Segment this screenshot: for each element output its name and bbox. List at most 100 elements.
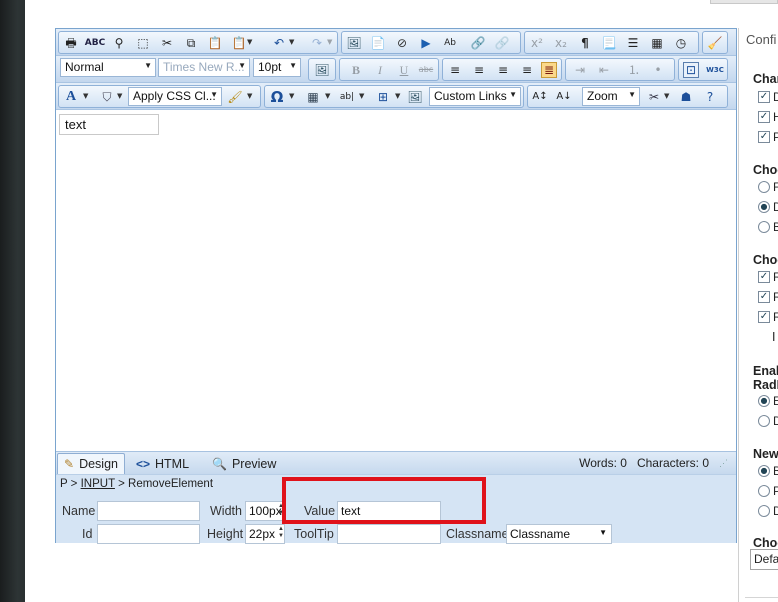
checkbox[interactable]: ✓ xyxy=(758,271,770,283)
align-none-icon[interactable]: ≣ xyxy=(541,62,557,78)
cut-icon[interactable]: ✂ xyxy=(159,35,175,51)
paste-options-dropdown-icon[interactable]: ▼ xyxy=(247,38,252,46)
radio-button[interactable] xyxy=(758,485,770,497)
radio-button[interactable]: ● xyxy=(758,395,770,407)
redo-dropdown-icon[interactable]: ▼ xyxy=(327,38,332,46)
hyperlink-icon[interactable]: 🔗 xyxy=(470,35,486,51)
copy-icon[interactable]: ⧉ xyxy=(183,35,199,51)
italic-icon[interactable]: I xyxy=(372,62,388,78)
format-stripper-icon[interactable]: 🧹 xyxy=(707,35,723,51)
radio-button[interactable] xyxy=(758,221,770,233)
image-manager-icon[interactable]: 🖼 xyxy=(346,35,362,51)
snippet-dropdown-icon[interactable]: ▼ xyxy=(395,92,400,100)
radio-button[interactable]: ● xyxy=(758,201,770,213)
insert-time-icon[interactable]: ◷ xyxy=(673,35,689,51)
breadcrumb-root[interactable]: P xyxy=(60,478,67,490)
radio-button[interactable] xyxy=(758,181,770,193)
module-manager-icon[interactable]: ⊡ xyxy=(683,62,699,78)
editor-content-area[interactable]: text xyxy=(56,110,736,450)
resize-grip-icon[interactable]: ⋰ xyxy=(719,458,728,469)
tab-preview[interactable]: 🔍 Preview xyxy=(212,453,276,474)
template-manager-icon[interactable]: Ab xyxy=(442,35,458,51)
classname-dropdown[interactable]: Classname ▼ xyxy=(506,524,612,544)
remove-link-icon[interactable]: 🔗 xyxy=(494,35,510,51)
superscript-icon[interactable]: x² xyxy=(529,35,545,51)
find-icon[interactable]: ⚲ xyxy=(111,35,127,51)
radio-button[interactable]: ● xyxy=(758,465,770,477)
top-button-fragment[interactable] xyxy=(710,0,778,4)
name-input[interactable] xyxy=(97,501,200,521)
radio-button[interactable] xyxy=(758,415,770,427)
underline-icon[interactable]: U xyxy=(396,62,412,78)
paste-icon[interactable]: 📋 xyxy=(207,35,223,51)
table-icon[interactable]: ▦ xyxy=(305,89,321,105)
tab-html[interactable]: <> HTML xyxy=(136,453,189,474)
checkbox[interactable]: ✓ xyxy=(758,91,770,103)
paragraph-style-dropdown[interactable]: Normal ▼ xyxy=(60,58,156,77)
symbol-dropdown-icon[interactable]: ▼ xyxy=(289,92,294,100)
format-brush-dropdown-icon[interactable]: ▼ xyxy=(247,92,252,100)
align-center-icon[interactable]: ≡ xyxy=(471,62,487,78)
tooltip-input[interactable] xyxy=(337,524,441,544)
paragraph-marks-icon[interactable]: ¶ xyxy=(577,35,593,51)
undo-dropdown-icon[interactable]: ▼ xyxy=(289,38,294,46)
indent-icon[interactable]: ⇥ xyxy=(572,62,588,78)
convert-to-upper-icon[interactable]: A↕ xyxy=(532,89,548,105)
width-input[interactable]: 100px ▲ ▼ xyxy=(245,501,285,521)
form-element-icon[interactable]: ab| xyxy=(339,89,355,105)
fore-color-dropdown-icon[interactable]: ▼ xyxy=(83,92,88,100)
zoom-dropdown[interactable]: Zoom ▼ xyxy=(582,87,640,106)
insert-date-icon[interactable]: ▦ xyxy=(649,35,665,51)
paste-options-icon[interactable]: 📋 xyxy=(231,35,247,51)
checkbox[interactable]: ✓ xyxy=(758,311,770,323)
format-brush-icon[interactable]: 🖌 xyxy=(227,89,243,105)
breadcrumb-remove-element[interactable]: RemoveElement xyxy=(128,478,213,490)
checkbox[interactable]: ✓ xyxy=(758,111,770,123)
content-text-input[interactable]: text xyxy=(59,114,159,135)
print-icon[interactable]: 🖶 xyxy=(63,35,79,51)
default-select[interactable]: Defa xyxy=(750,549,778,570)
image-map-icon[interactable]: 🖼 xyxy=(407,89,423,105)
document-manager-icon[interactable]: 📄 xyxy=(370,35,386,51)
fore-color-icon[interactable]: A xyxy=(63,89,79,105)
spinner-icon[interactable]: ▲ ▼ xyxy=(278,526,284,542)
snippet-icon[interactable]: ⊞ xyxy=(375,89,391,105)
undo-icon[interactable]: ↶ xyxy=(271,35,287,51)
radio-button[interactable] xyxy=(758,505,770,517)
checkbox[interactable]: ✓ xyxy=(758,131,770,143)
table-dropdown-icon[interactable]: ▼ xyxy=(325,92,330,100)
back-color-dropdown-icon[interactable]: ▼ xyxy=(117,92,122,100)
new-paragraph-icon[interactable]: 📃 xyxy=(601,35,617,51)
apply-css-class-dropdown[interactable]: Apply CSS Cl... ▼ xyxy=(128,87,222,106)
font-size-dropdown[interactable]: 10pt ▼ xyxy=(253,58,301,77)
module-tools-dropdown-icon[interactable]: ▼ xyxy=(664,92,669,100)
align-justify-icon[interactable]: ≡ xyxy=(519,62,535,78)
height-input[interactable]: 22px ▲ ▼ xyxy=(245,524,285,544)
align-right-icon[interactable]: ≡ xyxy=(495,62,511,78)
breadcrumb-input[interactable]: INPUT xyxy=(81,478,115,490)
redo-icon[interactable]: ↷ xyxy=(309,35,325,51)
font-name-dropdown[interactable]: Times New R... ▼ xyxy=(158,58,250,77)
w3c-icon[interactable]: W3C xyxy=(706,62,724,78)
spellcheck-icon[interactable]: ABC xyxy=(85,35,105,51)
align-left-icon[interactable]: ≡ xyxy=(447,62,463,78)
media-manager-icon[interactable]: ▶ xyxy=(418,35,434,51)
back-color-icon[interactable]: ⛉ xyxy=(99,89,115,105)
checkbox[interactable]: ✓ xyxy=(758,291,770,303)
strikethrough-icon[interactable]: abc xyxy=(418,62,434,78)
form-element-dropdown-icon[interactable]: ▼ xyxy=(359,92,364,100)
numbered-list-icon[interactable]: ⒈ xyxy=(626,62,642,78)
accessibility-icon[interactable]: ☗ xyxy=(678,89,694,105)
bold-icon[interactable]: B xyxy=(348,62,364,78)
bullet-list-icon[interactable]: • xyxy=(650,62,666,78)
help-icon[interactable]: ? xyxy=(702,89,718,105)
subscript-icon[interactable]: x₂ xyxy=(553,35,569,51)
id-input[interactable] xyxy=(97,524,200,544)
toggle-view-icon[interactable]: 🖼 xyxy=(314,62,330,78)
convert-to-lower-icon[interactable]: A↓ xyxy=(556,89,572,105)
module-tools-icon[interactable]: ✂ xyxy=(646,89,662,105)
insert-hr-icon[interactable]: ☰ xyxy=(625,35,641,51)
symbol-icon[interactable]: Ω xyxy=(269,89,285,105)
outdent-icon[interactable]: ⇤ xyxy=(596,62,612,78)
tab-design[interactable]: ✎ Design xyxy=(57,453,125,474)
